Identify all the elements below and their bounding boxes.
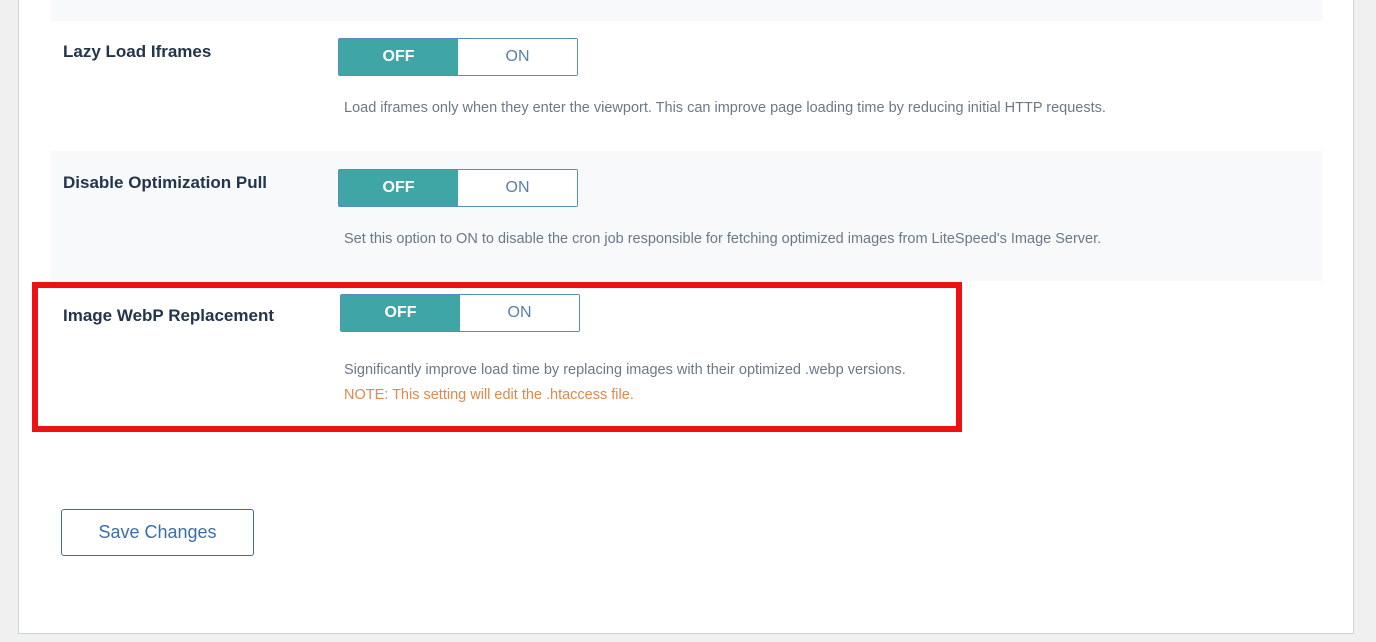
image-webp-replacement-toggle[interactable]: OFF ON	[340, 294, 580, 332]
toggle-off-option[interactable]: OFF	[339, 39, 458, 75]
setting-description-lazy-load-iframes: Load iframes only when they enter the vi…	[344, 100, 1106, 116]
setting-label-image-webp-replacement: Image WebP Replacement	[63, 306, 275, 325]
toggle-off-option[interactable]: OFF	[341, 295, 460, 331]
toggle-on-option[interactable]: ON	[458, 170, 577, 206]
toggle-on-option[interactable]: ON	[458, 39, 577, 75]
setting-row-image-webp-replacement: Image WebP Replacement OFF ON Significan…	[51, 281, 1323, 431]
setting-description-image-webp-replacement: Significantly improve load time by repla…	[344, 362, 906, 378]
save-changes-button[interactable]: Save Changes	[61, 509, 254, 556]
setting-label-disable-optimization-pull: Disable Optimization Pull	[63, 173, 268, 192]
settings-panel: Lazy Load Iframes OFF ON Load iframes on…	[18, 0, 1354, 634]
setting-description-disable-optimization-pull: Set this option to ON to disable the cro…	[344, 231, 1102, 247]
lazy-load-iframes-toggle[interactable]: OFF ON	[338, 38, 578, 76]
toggle-off-option[interactable]: OFF	[339, 170, 458, 206]
setting-label-lazy-load-iframes: Lazy Load Iframes	[63, 42, 212, 61]
previous-setting-row	[51, 0, 1323, 21]
setting-row-disable-optimization-pull: Disable Optimization Pull OFF ON Set thi…	[51, 151, 1323, 281]
htaccess-note: NOTE: This setting will edit the .htacce…	[344, 387, 634, 403]
toggle-on-option[interactable]: ON	[460, 295, 579, 331]
setting-row-lazy-load-iframes: Lazy Load Iframes OFF ON Load iframes on…	[51, 21, 1323, 151]
disable-optimization-pull-toggle[interactable]: OFF ON	[338, 169, 578, 207]
